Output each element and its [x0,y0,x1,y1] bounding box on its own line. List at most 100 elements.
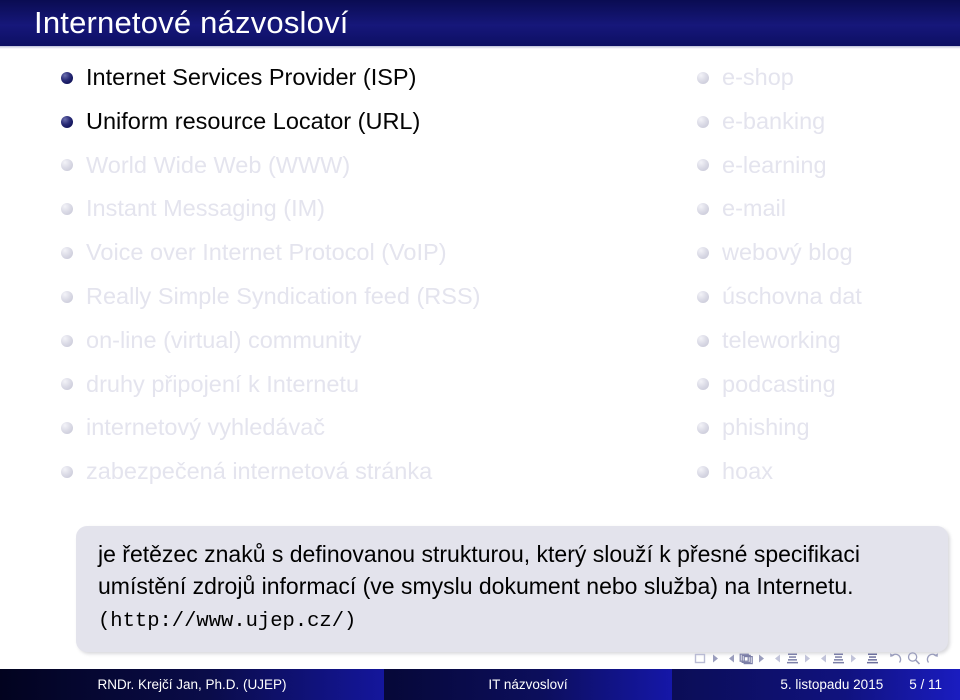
bullet-sphere-icon [697,203,709,216]
definition-body: je řetězec znaků s definovanou strukturo… [98,541,860,599]
bullet-sphere-icon [61,334,73,347]
bullet-sphere-icon [61,422,73,435]
slide-title-bar: Internetové názvosloví [0,0,960,46]
footer-date: 5. listopadu 2015 [780,677,884,692]
bullet-sphere-icon [697,378,709,391]
list-item: Really Simple Syndication feed (RSS) [52,275,652,319]
list-item: webový blog [688,231,960,275]
list-item-label: e-mail [722,195,786,222]
list-item: internetový vyhledávač [52,406,652,450]
definition-text: je řetězec znaků s definovanou strukturo… [98,538,926,638]
list-item: e-banking [688,100,960,144]
list-item-label: webový blog [722,239,853,266]
list-item: phishing [688,406,960,450]
list-item-label: Instant Messaging (IM) [86,195,326,222]
right-column: e-shop e-banking e-learning e-mail webový bl… [688,56,960,494]
back-icon[interactable] [887,651,903,666]
next-section-icon[interactable] [849,653,858,664]
list-item: Instant Messaging (IM) [52,187,652,231]
bullet-sphere-icon [697,247,709,260]
forward-icon[interactable] [925,651,941,666]
slide-navigation-group[interactable] [727,652,766,665]
subsection-navigation-group[interactable] [773,652,812,665]
list-item: e-shop [688,56,960,100]
left-column: Internet Services Provider (ISP) Uniform … [52,56,652,494]
list-item: teleworking [688,319,960,363]
bullet-sphere-icon [697,159,709,172]
list-item-label: Voice over Internet Protocol (VoIP) [86,239,447,266]
list-item: e-mail [688,187,960,231]
search-icon[interactable] [906,651,922,666]
definition-block: je řetězec znaků s definovanou strukturo… [76,526,948,652]
bullet-sphere-icon [61,203,73,216]
list-item: hoax [688,450,960,494]
bullet-sphere-icon [61,115,73,128]
slide-footer: RNDr. Krejčí Jan, Ph.D. (UJEP) IT názvos… [0,669,960,700]
slide-content: Internet Services Provider (ISP) Uniform … [0,56,960,516]
footer-meta: 5. listopadu 2015 5 / 11 [672,669,960,700]
next-slide-icon[interactable] [757,653,766,664]
definition-url: (http://www.ujep.cz/) [98,610,357,633]
footer-subject: IT názvosloví [384,669,672,700]
list-item-label: podcasting [722,370,836,397]
list-item-label: zabezpečená internetová stránka [86,458,433,485]
bullet-sphere-icon [61,159,73,172]
list-item: World Wide Web (WWW) [52,144,652,188]
bullet-sphere-icon [61,378,73,391]
right-bullet-list: e-shop e-banking e-learning e-mail webový bl… [688,56,960,494]
list-item: druhy připojení k Internetu [52,363,652,407]
list-item: on-line (virtual) community [52,319,652,363]
list-item-label: teleworking [722,326,841,353]
footer-author: RNDr. Krejčí Jan, Ph.D. (UJEP) [0,669,384,700]
document-icon[interactable] [865,652,880,665]
document-navigation-group[interactable] [865,652,880,665]
list-item: Voice over Internet Protocol (VoIP) [52,231,652,275]
bullet-sphere-icon [697,466,709,479]
section-navigation-group[interactable] [819,652,858,665]
list-item: Uniform resource Locator (URL) [52,100,652,144]
page-title: Internetové názvosloví [34,5,349,40]
previous-frame-icon[interactable] [693,652,708,665]
bullet-sphere-icon [61,71,73,84]
bullet-sphere-icon [61,247,73,260]
bullet-sphere-icon [697,71,709,84]
list-item-label: e-banking [722,107,826,134]
list-item-label: phishing [722,414,810,441]
list-item: e-learning [688,144,960,188]
footer-page-number: 5 / 11 [909,677,942,692]
slide-icon[interactable] [739,652,754,665]
next-frame-icon[interactable] [711,653,720,664]
section-icon[interactable] [831,652,846,665]
bullet-sphere-icon [697,334,709,347]
list-item-label: on-line (virtual) community [86,326,362,353]
history-navigation-group[interactable] [887,651,941,666]
list-item: podcasting [688,363,960,407]
bullet-sphere-icon [697,290,709,303]
list-item: zabezpečená internetová stránka [52,450,652,494]
list-item: Internet Services Provider (ISP) [52,56,652,100]
list-item-label: e-shop [722,64,794,90]
list-item-label: Uniform resource Locator (URL) [86,107,421,134]
bullet-sphere-icon [697,115,709,128]
list-item-label: druhy připojení k Internetu [86,370,360,397]
list-item-label: hoax [722,458,773,485]
next-subsection-icon[interactable] [803,653,812,664]
slide: Internetové názvosloví Internet Services… [0,0,960,700]
list-item-label: e-learning [722,151,827,178]
list-item-label: internetový vyhledávač [86,414,326,441]
previous-subsection-icon[interactable] [773,653,782,664]
previous-slide-icon[interactable] [727,653,736,664]
bullet-sphere-icon [61,466,73,479]
title-divider [0,46,960,49]
list-item-label: Really Simple Syndication feed (RSS) [86,282,481,309]
subsection-icon[interactable] [785,652,800,665]
list-item-label: úschovna dat [722,282,862,309]
frame-navigation-group[interactable] [693,652,720,665]
bullet-sphere-icon [61,290,73,303]
left-bullet-list: Internet Services Provider (ISP) Uniform … [52,56,652,494]
beamer-navigation-bar[interactable] [693,648,948,668]
list-item: úschovna dat [688,275,960,319]
list-item-label: World Wide Web (WWW) [86,151,351,178]
list-item-label: Internet Services Provider (ISP) [86,64,417,90]
previous-section-icon[interactable] [819,653,828,664]
